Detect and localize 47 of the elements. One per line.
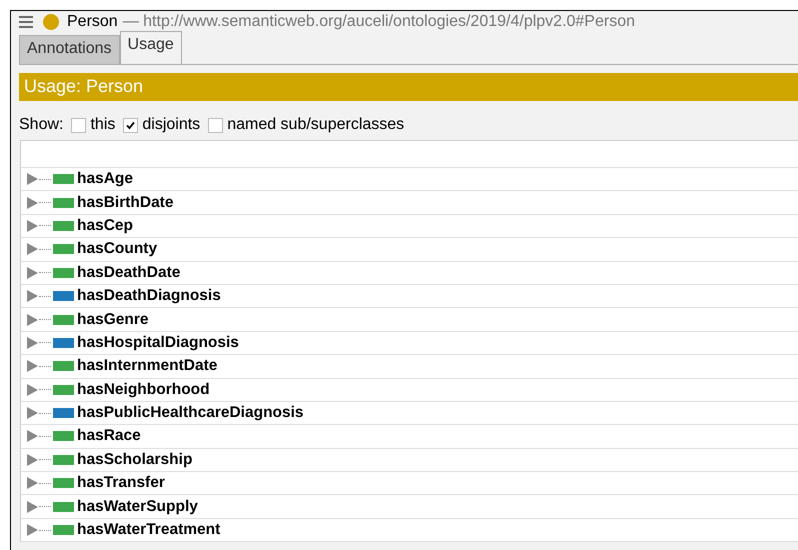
expand-arrow-icon[interactable]	[27, 500, 38, 513]
property-name[interactable]: hasDeathDiagnosis	[77, 287, 221, 306]
check-icon	[125, 120, 136, 130]
class-icon	[43, 14, 59, 30]
expand-arrow-icon[interactable]	[27, 266, 38, 279]
property-name[interactable]: hasPublicHealthcareDiagnosis	[77, 404, 304, 422]
checkbox[interactable]	[71, 118, 86, 132]
checkbox-label: disjoints	[142, 116, 200, 134]
expand-arrow-icon[interactable]	[27, 407, 38, 420]
checkbox[interactable]	[208, 118, 224, 132]
property-name[interactable]: hasBirthDate	[77, 194, 174, 212]
expand-arrow-icon[interactable]	[27, 196, 38, 209]
property-name[interactable]: hasWaterSupply	[77, 498, 198, 516]
tab[interactable]: Usage	[120, 31, 182, 64]
property-name[interactable]: hasWaterTreatment	[77, 521, 220, 540]
expand-arrow-icon[interactable]	[27, 384, 38, 396]
checkbox-label: named sub/superclasses	[227, 116, 404, 134]
expand-arrow-icon[interactable]	[27, 454, 38, 466]
property-name[interactable]: hasTransfer	[77, 474, 165, 492]
expand-arrow-icon[interactable]	[27, 173, 38, 186]
property-name[interactable]: hasGenre	[77, 310, 149, 329]
expand-arrow-icon[interactable]	[27, 314, 38, 326]
menu-icon[interactable]	[19, 16, 33, 28]
property-name[interactable]: hasHospitalDiagnosis	[77, 334, 239, 352]
property-name[interactable]: hasDeathDate	[77, 264, 180, 282]
property-name[interactable]: hasAge	[77, 170, 133, 188]
property-name[interactable]: hasCounty	[77, 240, 158, 258]
property-name[interactable]: hasRace	[77, 427, 141, 446]
checkbox-label: this	[90, 116, 116, 134]
show-label: Show:	[19, 116, 64, 134]
expand-arrow-icon[interactable]	[27, 360, 38, 372]
checkbox[interactable]	[123, 118, 138, 132]
property-name[interactable]: hasCep	[77, 216, 133, 235]
class-iri: — http://www.semanticweb.org/auceli/ontologies/2019/4/plpv2.0#Person	[122, 12, 635, 30]
expand-arrow-icon[interactable]	[27, 477, 38, 490]
expand-arrow-icon[interactable]	[27, 243, 38, 256]
property-name[interactable]: hasInternmentDate	[77, 357, 218, 376]
expand-arrow-icon[interactable]	[27, 220, 38, 232]
expand-arrow-icon[interactable]	[27, 524, 38, 536]
property-name[interactable]: hasScholarship	[77, 450, 192, 469]
usage-banner: Usage: Person	[19, 73, 798, 101]
expand-arrow-icon[interactable]	[27, 430, 38, 442]
tab[interactable]: Annotations	[19, 35, 120, 64]
expand-arrow-icon[interactable]	[27, 336, 38, 349]
property-name[interactable]: hasNeighborhood	[77, 380, 210, 399]
expand-arrow-icon[interactable]	[27, 290, 38, 302]
class-title: Person	[67, 12, 118, 30]
